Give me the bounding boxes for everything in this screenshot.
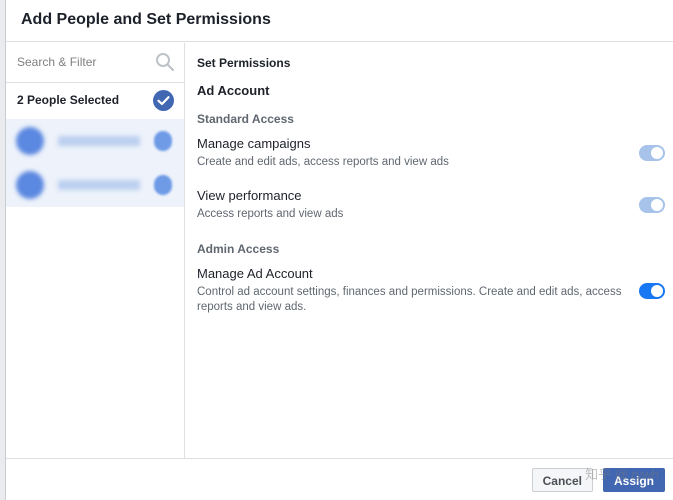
dialog-header: Add People and Set Permissions (6, 0, 673, 42)
toggle-manage-ad-account[interactable] (639, 283, 665, 299)
permission-manage-ad-account: Manage Ad Account Control ad account set… (197, 266, 673, 315)
permission-description: Create and edit ads, access reports and … (197, 156, 449, 168)
list-item[interactable] (6, 119, 184, 163)
permissions-panel: Set Permissions Ad Account Standard Acce… (197, 43, 673, 458)
person-badge-icon (154, 131, 172, 151)
section-title: Set Permissions (197, 56, 291, 70)
permission-name: View performance (197, 188, 302, 203)
toggle-manage-campaigns[interactable] (639, 145, 665, 161)
avatar (16, 127, 44, 155)
people-panel: Search & Filter 2 People Selected (6, 43, 185, 458)
toggle-knob (651, 285, 663, 297)
cancel-button[interactable]: Cancel (531, 468, 593, 492)
group-label-standard: Standard Access (197, 112, 294, 126)
add-people-dialog: Add People and Set Permissions Search & … (5, 0, 673, 500)
list-item[interactable] (6, 163, 184, 207)
permission-description: Control ad account settings, finances an… (197, 286, 622, 313)
group-label-admin: Admin Access (197, 242, 280, 256)
dialog-footer: Cancel Assign 知乎 @ rywh (6, 458, 673, 500)
watermark: 知乎 @ rywh (585, 467, 659, 482)
permission-manage-campaigns: Manage campaigns Create and edit ads, ac… (197, 136, 673, 170)
toggle-knob (651, 147, 663, 159)
people-selected-row[interactable]: 2 People Selected (6, 83, 184, 119)
toggle-view-performance[interactable] (639, 197, 665, 213)
avatar (16, 171, 44, 199)
dialog-body: Search & Filter 2 People Selected Set Pe… (6, 43, 673, 458)
people-selected-label: 2 People Selected (17, 93, 120, 107)
toggle-knob (651, 199, 663, 211)
search-icon[interactable] (155, 52, 175, 72)
search-filter-input[interactable]: Search & Filter (6, 43, 184, 83)
person-badge-icon (154, 175, 172, 195)
account-title: Ad Account (197, 83, 270, 98)
permission-view-performance: View performance Access reports and view… (197, 188, 673, 222)
person-name-redacted (58, 180, 140, 190)
person-name-redacted (58, 136, 140, 146)
checkmark-icon[interactable] (153, 90, 174, 111)
dialog-title: Add People and Set Permissions (21, 11, 271, 28)
search-placeholder: Search & Filter (17, 55, 97, 69)
permission-name: Manage Ad Account (197, 266, 313, 281)
selected-people-list (6, 119, 184, 207)
permission-description: Access reports and view ads (197, 208, 344, 220)
permission-name: Manage campaigns (197, 136, 311, 151)
